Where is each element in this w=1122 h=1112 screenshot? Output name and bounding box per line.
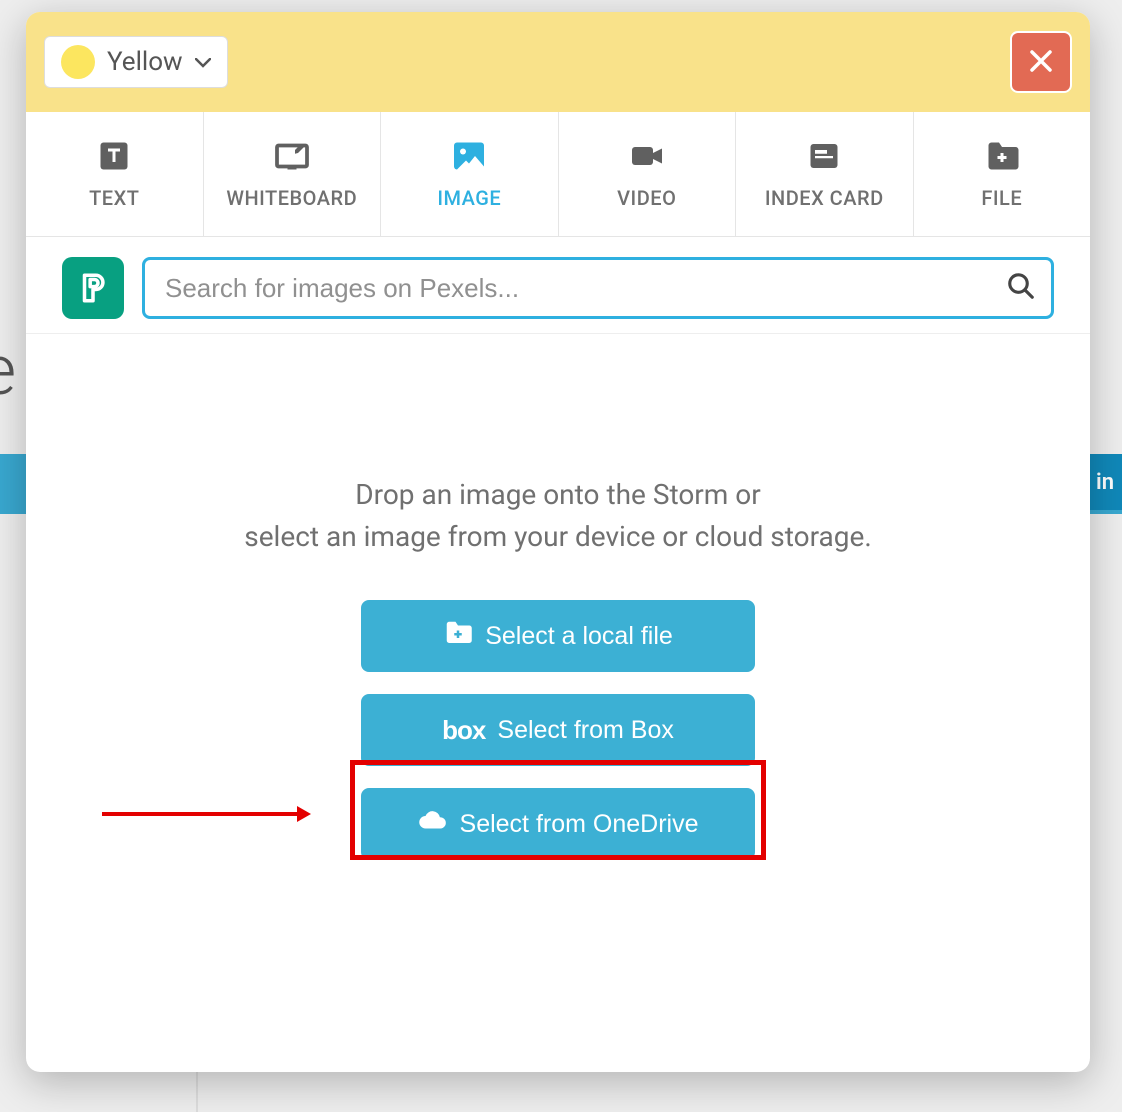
color-swatch-icon (61, 45, 95, 79)
tab-text[interactable]: TEXT (26, 112, 204, 236)
select-local-file-button[interactable]: Select a local file (361, 600, 755, 672)
close-icon (1029, 42, 1053, 82)
tab-whiteboard[interactable]: WHITEBOARD (204, 112, 382, 236)
cloud-icon (418, 806, 448, 843)
folder-plus-icon (443, 618, 473, 655)
index-card-icon (806, 138, 842, 174)
file-icon (984, 138, 1020, 174)
image-upload-panel: Drop an image onto the Storm or select a… (26, 334, 1090, 900)
instruction-text: Drop an image onto the Storm or select a… (66, 474, 1050, 558)
chevron-down-icon (195, 52, 211, 73)
search-input[interactable] (142, 257, 1054, 319)
instruction-line-1: Drop an image onto the Storm or (66, 474, 1050, 516)
tab-label: FILE (981, 186, 1022, 210)
add-content-modal: Yellow TEXT WHITEBOARD (26, 12, 1090, 1072)
pexels-logo-icon (62, 257, 124, 319)
tab-label: VIDEO (617, 186, 676, 210)
button-label: Select from Box (497, 716, 673, 745)
whiteboard-icon (274, 138, 310, 174)
close-button[interactable] (1010, 31, 1072, 93)
button-label: Select a local file (485, 622, 673, 651)
box-logo-icon: box (442, 715, 485, 746)
backdrop-side-label: in (1088, 454, 1122, 510)
tab-video[interactable]: VIDEO (559, 112, 737, 236)
backdrop-heading-fragment: e (0, 330, 16, 412)
search-row (26, 237, 1090, 334)
select-from-onedrive-button[interactable]: Select from OneDrive (361, 788, 755, 860)
tab-label: INDEX CARD (765, 186, 884, 210)
color-label: Yellow (107, 47, 183, 77)
color-dropdown[interactable]: Yellow (44, 36, 228, 88)
tab-index-card[interactable]: INDEX CARD (736, 112, 914, 236)
video-icon (629, 138, 665, 174)
tab-file[interactable]: FILE (914, 112, 1091, 236)
button-label: Select from OneDrive (460, 810, 699, 839)
tab-label: IMAGE (437, 186, 501, 210)
backdrop-divider (196, 1072, 198, 1112)
tab-image[interactable]: IMAGE (381, 112, 559, 236)
tab-label: TEXT (89, 186, 139, 210)
upload-button-stack: Select a local file box Select from Box … (66, 600, 1050, 860)
search-wrap (142, 257, 1054, 319)
search-icon[interactable] (1006, 271, 1036, 305)
instruction-line-2: select an image from your device or clou… (66, 516, 1050, 558)
image-icon (451, 138, 487, 174)
select-from-box-button[interactable]: box Select from Box (361, 694, 755, 766)
modal-header: Yellow (26, 12, 1090, 112)
tab-label: WHITEBOARD (226, 186, 357, 210)
text-icon (96, 138, 132, 174)
content-type-tabs: TEXT WHITEBOARD IMAGE VIDEO INDEX CARD (26, 112, 1090, 237)
